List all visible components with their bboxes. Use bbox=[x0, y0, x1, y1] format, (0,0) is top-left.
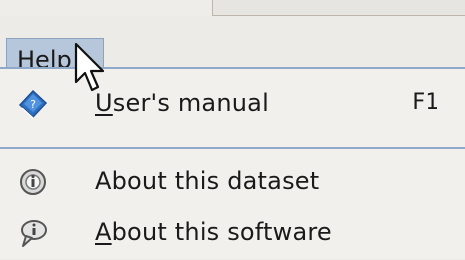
window-top-strip bbox=[0, 0, 465, 16]
menu-separator bbox=[0, 147, 465, 149]
about-software-label: About this software bbox=[95, 204, 332, 260]
about-dataset-label: About this dataset bbox=[95, 167, 320, 195]
panel-edge bbox=[212, 0, 465, 16]
book-help-icon: ? bbox=[18, 89, 48, 119]
users-manual-shortcut: F1 bbox=[412, 90, 439, 115]
about-software-rest: bout this software bbox=[111, 218, 332, 246]
speech-bubble-info-icon bbox=[21, 220, 47, 247]
mouse-pointer-icon bbox=[74, 42, 105, 92]
users-manual-rest: ser's manual bbox=[112, 89, 269, 117]
svg-text:?: ? bbox=[30, 98, 36, 111]
database-info-icon bbox=[20, 169, 46, 195]
menu-item-about-software[interactable]: About this software bbox=[0, 204, 465, 260]
about-software-mnemonic: A bbox=[95, 218, 112, 246]
menu-item-about-dataset[interactable]: About this dataset bbox=[0, 153, 465, 209]
users-manual-label: User's manual bbox=[95, 75, 269, 131]
